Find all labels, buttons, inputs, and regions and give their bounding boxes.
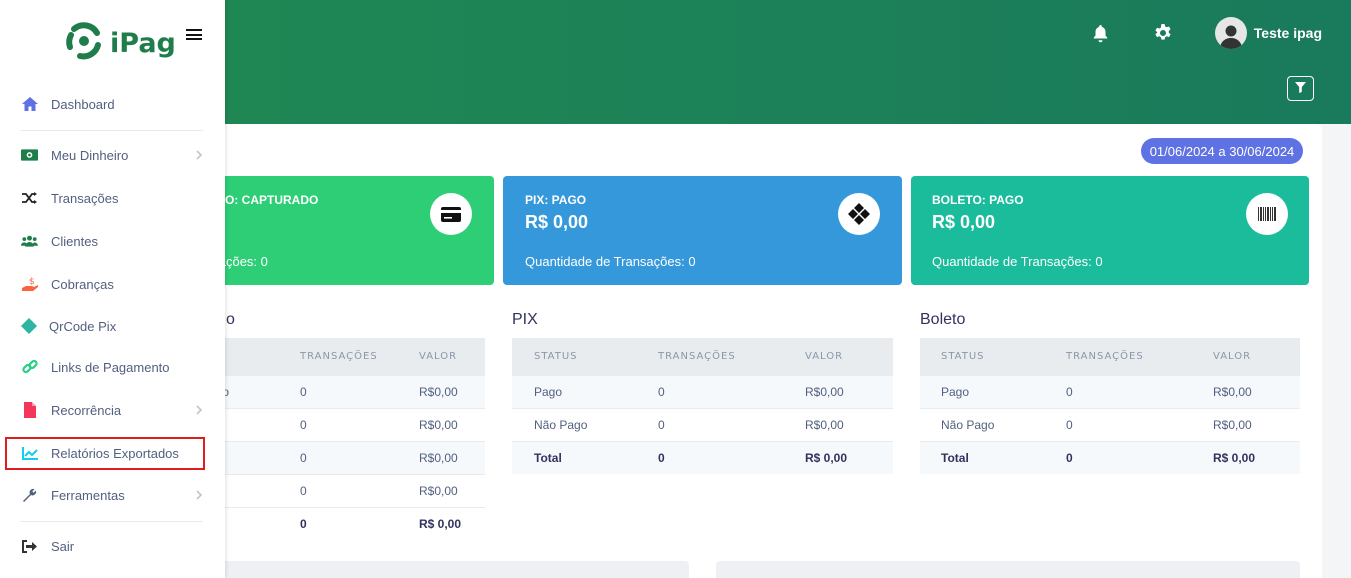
sidebar-item-transacoes[interactable]: Transações (0, 180, 225, 216)
menu-toggle-icon[interactable] (186, 29, 202, 40)
stat-count: Quantidade de Transações: 0 (525, 254, 696, 269)
sidebar-item-label: Sair (51, 538, 75, 554)
divider (20, 521, 203, 522)
col-status: STATUS (512, 338, 658, 375)
credit-table: TRANSAÇÕESVALOR rado0R$0,00 0R$0,00 0R$0… (205, 338, 485, 540)
section-title-pix: PIX (512, 311, 538, 328)
link-icon (21, 359, 38, 376)
hand-dollar-icon: $ (21, 276, 38, 293)
bell-icon[interactable] (1091, 23, 1111, 43)
sidebar-item-label: Links de Pagamento (51, 359, 170, 375)
sidebar-item-label: Transações (51, 190, 119, 206)
chevron-right-icon (196, 150, 203, 160)
date-range-badge[interactable]: 01/06/2024 a 30/06/2024 (1141, 138, 1303, 164)
filter-icon (1295, 80, 1306, 98)
logo[interactable]: iPag (64, 21, 176, 66)
pix-icon (838, 193, 880, 235)
table-row-total: 0 R$ 0,00 (205, 506, 485, 540)
bottom-card-right (716, 561, 1300, 578)
col-transactions: TRANSAÇÕES (658, 338, 805, 375)
col-value: VALOR (1213, 338, 1300, 375)
bottom-card-left (205, 561, 689, 578)
col-transactions: TRANSAÇÕES (1066, 338, 1213, 375)
stat-title: PIX: PAGO (525, 193, 587, 207)
home-icon (21, 96, 38, 113)
stat-card-pix: PIX: PAGO R$ 0,00 Quantidade de Transaçõ… (503, 176, 902, 285)
shuffle-icon (21, 190, 38, 207)
sidebar-item-dashboard[interactable]: Dashboard (0, 86, 225, 122)
table-row: Não Pago 0 R$0,00 (920, 407, 1300, 441)
table-row: 0 R$0,00 (205, 440, 485, 474)
topbar-actions: Teste ipag (1091, 17, 1322, 49)
pix-icon (20, 318, 37, 335)
stat-title: BOLETO: PAGO (932, 193, 1024, 207)
col-value: VALOR (419, 338, 485, 375)
table-row-total: Total 0 R$ 0,00 (512, 440, 893, 474)
col-status: STATUS (920, 338, 1066, 375)
col-value: VALOR (805, 338, 893, 375)
ipag-logo-icon (64, 21, 104, 66)
section-title: o (226, 311, 235, 328)
logo-text: iPag (110, 28, 176, 59)
sidebar-item-label: Recorrência (51, 402, 122, 418)
section-title-boleto: Boleto (920, 311, 966, 328)
users-icon (21, 233, 38, 250)
table-row: Não Pago 0 R$0,00 (512, 407, 893, 441)
table-row-total: Total 0 R$ 0,00 (920, 440, 1300, 474)
divider (20, 130, 203, 131)
stat-title: O: CAPTURADO (225, 193, 319, 207)
sign-out-icon (21, 538, 38, 555)
col-transactions: TRANSAÇÕES (300, 338, 419, 375)
sidebar-item-meu-dinheiro[interactable]: Meu Dinheiro (0, 137, 225, 173)
table-row: Pago 0 R$0,00 (920, 374, 1300, 408)
sidebar-item-label: Dashboard (51, 96, 115, 112)
boleto-table: STATUS TRANSAÇÕES VALOR Pago 0 R$0,00 Não Pa… (920, 338, 1300, 474)
table-row: Pago 0 R$0,00 (512, 374, 893, 408)
pdf-icon (21, 402, 38, 419)
sidebar: iPag Dashboard Meu Dinheiro Transações C… (0, 0, 225, 578)
sidebar-item-qrcode-pix[interactable]: QrCode Pix (0, 308, 225, 344)
sidebar-item-cobrancas[interactable]: $ Cobranças (0, 266, 225, 302)
money-icon (21, 147, 38, 164)
avatar[interactable] (1214, 17, 1247, 49)
stat-card-boleto: BOLETO: PAGO R$ 0,00 Quantidade de Trans… (911, 176, 1309, 285)
sidebar-item-links-pagamento[interactable]: Links de Pagamento (0, 349, 225, 385)
stat-count: Quantidade de Transações: 0 (932, 254, 1103, 269)
svg-text:$: $ (29, 277, 35, 287)
sidebar-item-label: QrCode Pix (49, 318, 117, 334)
table-row: 0 R$0,00 (205, 407, 485, 441)
sidebar-item-label: Clientes (51, 233, 98, 249)
table-row: rado0R$0,00 (205, 374, 485, 408)
user-name[interactable]: Teste ipag (1254, 25, 1322, 41)
chevron-right-icon (196, 405, 203, 415)
wrench-icon (21, 487, 38, 504)
sidebar-item-label: Ferramentas (51, 487, 125, 503)
stat-value: R$ 0,00 (932, 212, 996, 232)
highlight-box (5, 437, 205, 470)
stat-card-credit: O: CAPTURADO nsações: 0 (205, 176, 494, 285)
gear-icon[interactable] (1153, 23, 1173, 43)
table-row: 0 R$0,00 (205, 473, 485, 507)
stat-value: R$ 0,00 (525, 212, 589, 232)
pix-table: STATUS TRANSAÇÕES VALOR Pago 0 R$0,00 Não Pa… (512, 338, 893, 474)
sidebar-item-clientes[interactable]: Clientes (0, 223, 225, 259)
sidebar-item-label: Meu Dinheiro (51, 147, 129, 163)
chevron-right-icon (196, 490, 203, 500)
sidebar-item-label: Cobranças (51, 276, 114, 292)
sidebar-item-sair[interactable]: Sair (0, 528, 225, 564)
credit-card-icon (430, 193, 472, 235)
sidebar-item-recorrencia[interactable]: Recorrência (0, 392, 225, 428)
barcode-icon (1246, 193, 1288, 235)
sidebar-item-ferramentas[interactable]: Ferramentas (0, 477, 225, 513)
filter-button[interactable] (1287, 76, 1314, 101)
